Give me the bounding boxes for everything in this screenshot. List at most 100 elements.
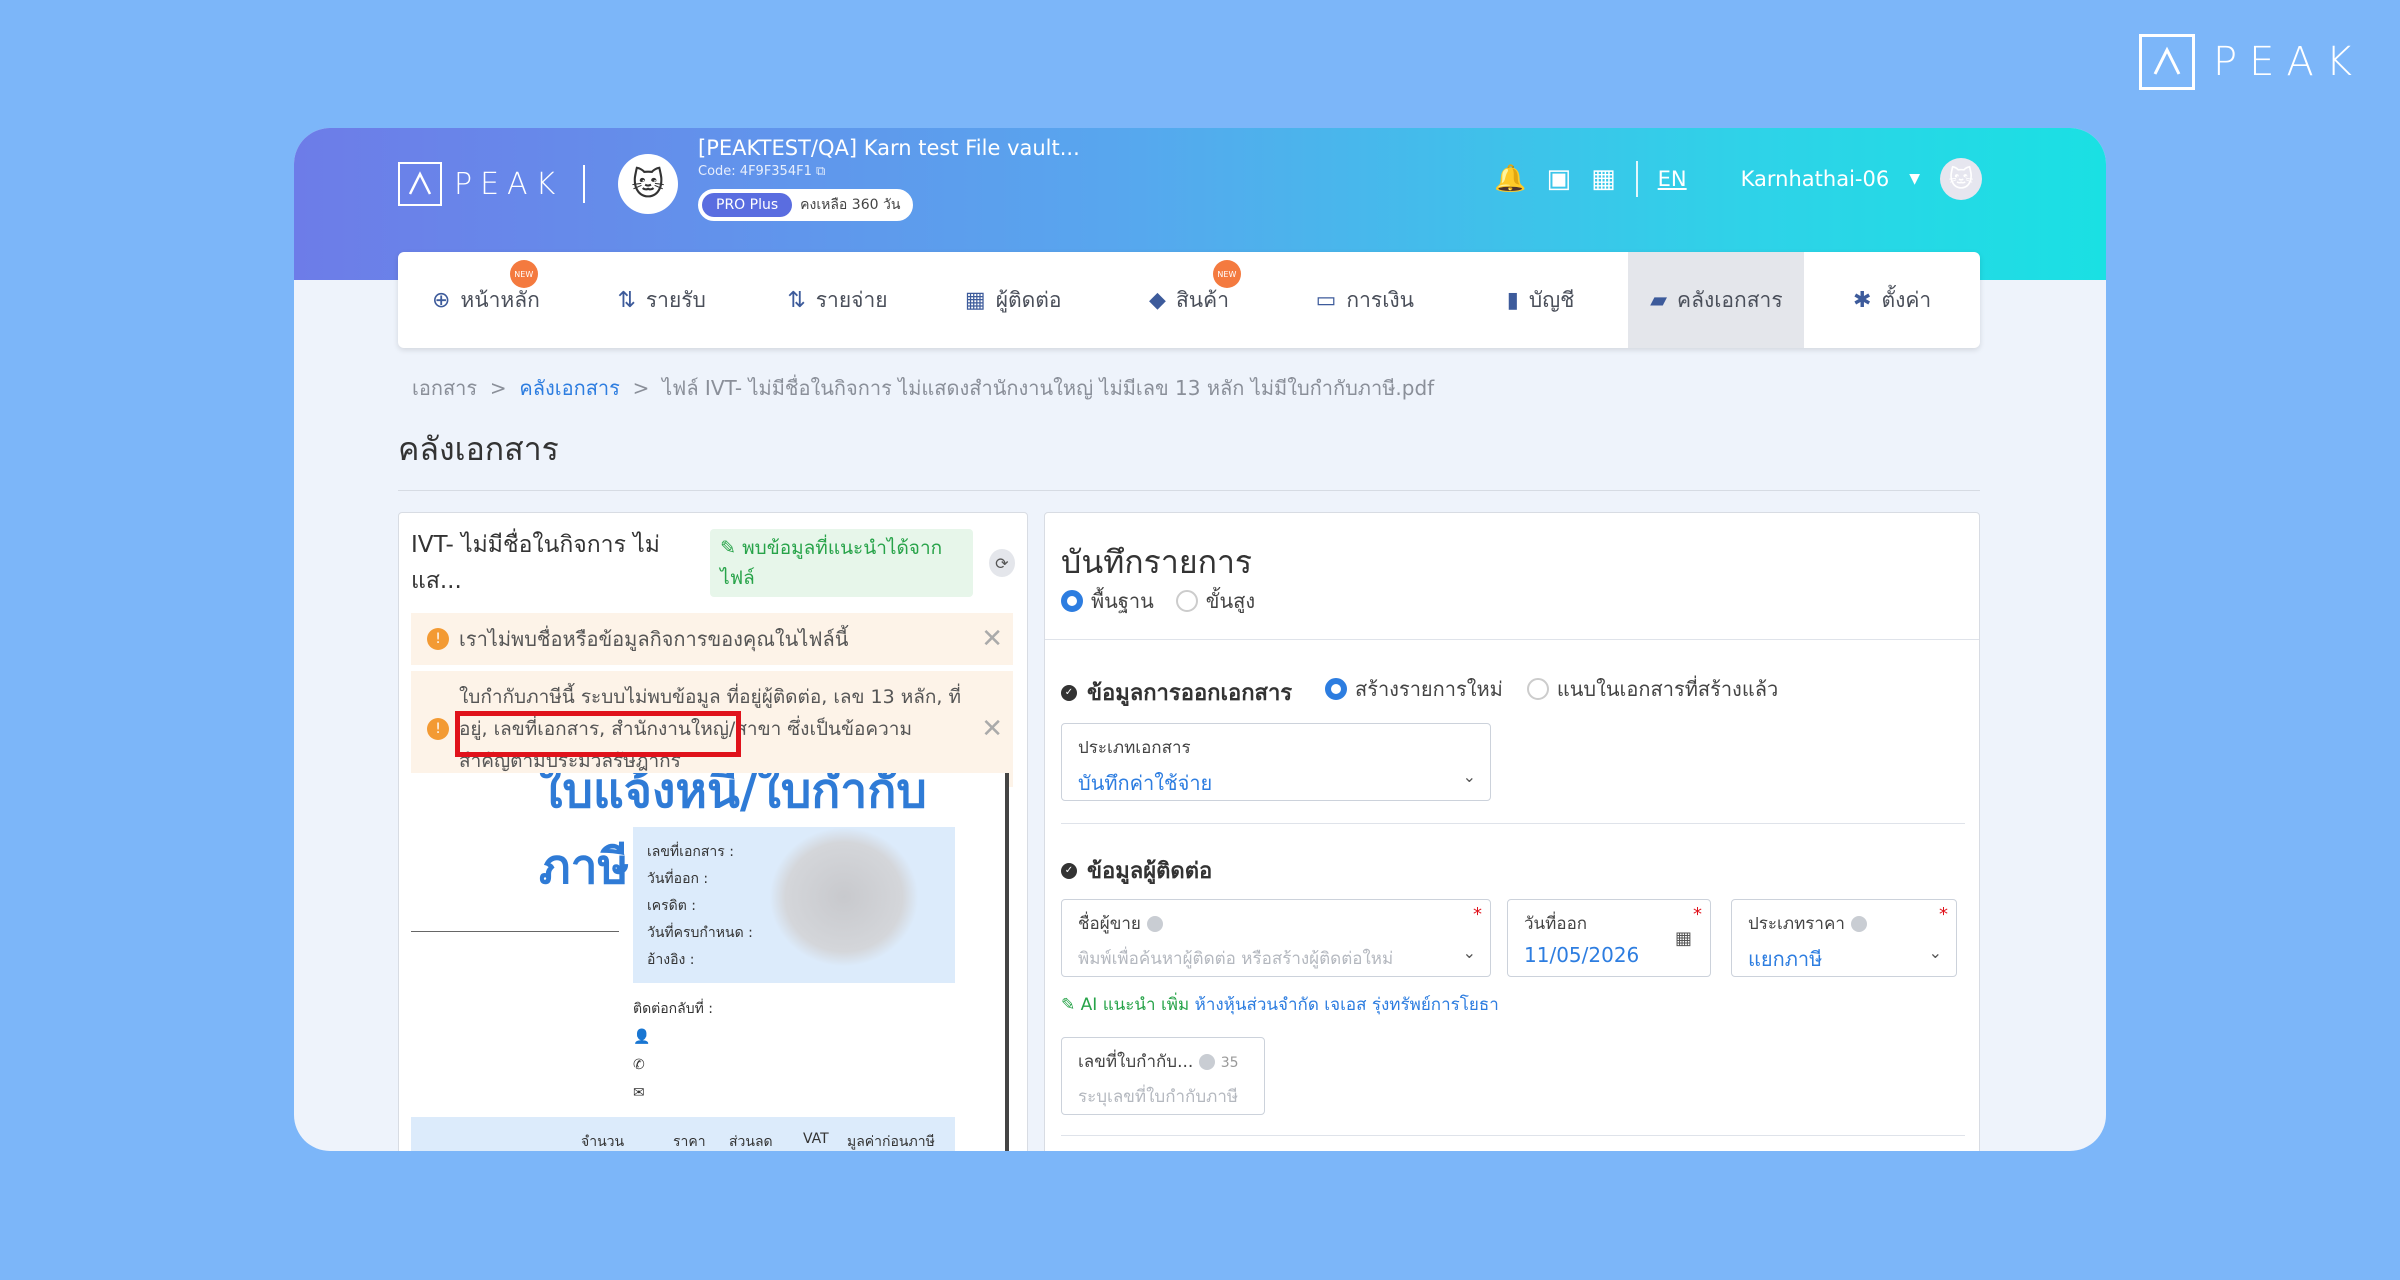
calendar-icon[interactable]: ▦ bbox=[1675, 928, 1692, 949]
company-info[interactable]: [PEAKTEST/QA] Karn test File vault... Co… bbox=[698, 136, 1080, 221]
issue-date-field[interactable]: วันที่ออก 11/05/2026 * ▦ bbox=[1507, 899, 1711, 977]
nav-label: ตั้งค่า bbox=[1881, 287, 1932, 312]
warning-tax-invoice: ! ใบกำกับภาษีนี้ ระบบไม่พบข้อมูล ที่อยู่… bbox=[411, 671, 1013, 787]
contacts-icon: ▦ bbox=[964, 287, 986, 313]
table-header: VAT bbox=[803, 1131, 829, 1147]
header-divider bbox=[583, 165, 586, 203]
header-brand-name: PEAK bbox=[454, 166, 564, 202]
create-new-radio[interactable]: สร้างรายการใหม่ bbox=[1325, 673, 1503, 705]
breadcrumb-root[interactable]: เอกสาร bbox=[412, 376, 477, 400]
copy-icon[interactable]: ⧉ bbox=[816, 164, 825, 179]
field-value: บันทึกค่าใช้จ่าย bbox=[1078, 771, 1213, 795]
mode-toggle: พื้นฐาน ขั้นสูง bbox=[1061, 585, 1255, 617]
apps-grid-icon[interactable]: ▦ bbox=[1591, 164, 1616, 194]
nav-label: สินค้า bbox=[1175, 287, 1229, 312]
magic-wand-icon: ✎ bbox=[1061, 995, 1076, 1015]
warning-icon: ! bbox=[427, 628, 449, 650]
contact-label: ติดต่อกลับที่ : bbox=[633, 1001, 714, 1017]
person-icon: 👤 bbox=[633, 1029, 651, 1045]
nav-label: การเงิน bbox=[1346, 287, 1414, 312]
breadcrumb-current: ไฟล์ IVT- ไม่มีชื่อในกิจการ ไม่แสดงสำนัก… bbox=[662, 376, 1435, 400]
field-placeholder: พิมพ์เพื่อค้นหาผู้ติดต่อ หรือสร้างผู้ติด… bbox=[1078, 949, 1394, 969]
nav-item-accounting[interactable]: ▮ บัญชี bbox=[1453, 252, 1629, 348]
company-code: Code: 4F9F354F1 ⧉ bbox=[698, 164, 826, 179]
help-icon bbox=[1850, 916, 1867, 932]
close-icon[interactable]: ✕ bbox=[981, 713, 1003, 745]
warning-company: ! เราไม่พบชื่อหรือข้อมูลกิจการของคุณในไฟ… bbox=[411, 613, 1013, 665]
money-icon: ▭ bbox=[1315, 287, 1337, 313]
expense-icon: ⇅ bbox=[787, 287, 806, 313]
file-preview-pane: IVT- ไม่มีชื่อในกิจการ ไม่แส... ✎ พบข้อม… bbox=[398, 512, 1028, 1151]
nav-label: หน้าหลัก bbox=[460, 287, 540, 312]
nav-item-expense[interactable]: ⇅ รายจ่าย bbox=[750, 252, 926, 348]
header-logo[interactable]: PEAK bbox=[398, 162, 586, 206]
nav-item-contacts[interactable]: ▦ ผู้ติดต่อ bbox=[925, 252, 1101, 348]
gear-icon: ✱ bbox=[1853, 287, 1872, 313]
field-label: วันที่ออก bbox=[1524, 914, 1588, 934]
doc-issue-options: สร้างรายการใหม่ แนบในเอกสารที่สร้างแล้ว bbox=[1325, 673, 1778, 705]
nav-item-finance[interactable]: ▭ การเงิน bbox=[1277, 252, 1453, 348]
divider bbox=[398, 490, 1980, 491]
chevron-down-icon[interactable]: ▼ bbox=[1909, 171, 1920, 187]
refresh-icon[interactable]: ⟳ bbox=[988, 549, 1016, 577]
vendor-select[interactable]: ชื่อผู้ขาย พิมพ์เพื่อค้นหาผู้ติดต่อ หรือ… bbox=[1061, 899, 1491, 977]
help-book-icon[interactable]: ▣ bbox=[1547, 164, 1572, 194]
bell-icon[interactable]: 🔔 bbox=[1494, 164, 1526, 194]
company-avatar-icon[interactable]: 🐱 bbox=[618, 154, 678, 214]
chevron-down-icon: ⌄ bbox=[1462, 767, 1476, 786]
breadcrumb-sep: > bbox=[489, 376, 507, 400]
field-value: 11/05/2026 bbox=[1524, 943, 1640, 967]
ai-suggestion-chip[interactable]: ✎ พบข้อมูลที่แนะนำได้จากไฟล์ bbox=[710, 529, 973, 597]
field-placeholder: ระบุเลขที่ใบกำกับภาษี bbox=[1078, 1087, 1239, 1107]
mode-advanced-radio[interactable]: ขั้นสูง bbox=[1175, 585, 1255, 617]
language-toggle[interactable]: EN bbox=[1658, 167, 1687, 191]
new-badge: NEW bbox=[1212, 260, 1241, 288]
field-value: แยกภาษี bbox=[1748, 947, 1823, 971]
breadcrumb: เอกสาร > คลังเอกสาร > ไฟล์ IVT- ไม่มีชื่… bbox=[412, 372, 1434, 404]
attach-existing-radio[interactable]: แนบในเอกสารที่สร้างแล้ว bbox=[1526, 673, 1778, 705]
divider bbox=[1061, 823, 1965, 824]
field-label: เลขที่ใบกำกับ... 35 bbox=[1078, 1052, 1239, 1072]
header-divider bbox=[1635, 161, 1638, 197]
divider bbox=[1061, 1135, 1965, 1136]
tax-invoice-number-field[interactable]: เลขที่ใบกำกับ... 35 ระบุเลขที่ใบกำกับภาษ… bbox=[1061, 1037, 1265, 1115]
magic-wand-icon: ✎ bbox=[720, 537, 737, 559]
close-icon[interactable]: ✕ bbox=[981, 624, 1003, 654]
nav-item-home[interactable]: ⊕ หน้าหลัก NEW bbox=[398, 252, 574, 348]
user-name[interactable]: Karnhathai-06 bbox=[1741, 167, 1890, 191]
price-type-select[interactable]: ประเภทราคา แยกภาษี * ⌄ bbox=[1731, 899, 1957, 977]
nav-label: บัญชี bbox=[1528, 287, 1575, 312]
redaction-scribble bbox=[769, 827, 919, 967]
mode-basic-radio[interactable]: พื้นฐาน bbox=[1061, 585, 1154, 617]
nav-item-settings[interactable]: ✱ ตั้งค่า bbox=[1804, 252, 1980, 348]
file-header: IVT- ไม่มีชื่อในกิจการ ไม่แส... ✎ พบข้อม… bbox=[399, 513, 1027, 613]
required-mark: * bbox=[1939, 904, 1948, 925]
ai-suggestion-link[interactable]: ห้างหุ้นส่วนจำกัด เจเอส รุ่งทรัพย์การโยธ… bbox=[1195, 995, 1499, 1015]
phone-icon: ✆ bbox=[633, 1057, 645, 1073]
plan-remaining: คงเหลือ 360 วัน bbox=[800, 197, 901, 213]
doc-divider bbox=[411, 931, 619, 932]
doc-type-select[interactable]: ประเภทเอกสาร บันทึกค่าใช้จ่าย ⌄ bbox=[1061, 723, 1491, 801]
table-header: ส่วนลด bbox=[729, 1134, 773, 1150]
nav-item-products[interactable]: ◆ สินค้า NEW bbox=[1101, 252, 1277, 348]
peak-logo-icon bbox=[2139, 34, 2195, 90]
field-label: ชื่อผู้ขาย bbox=[1078, 910, 1474, 937]
nav-item-file-vault[interactable]: ▰ คลังเอกสาร bbox=[1628, 252, 1805, 348]
check-circle-icon: ✓ bbox=[1061, 684, 1077, 701]
brand-logo-corner: PEAK bbox=[2139, 34, 2364, 90]
user-avatar[interactable]: 🐱 bbox=[1940, 158, 1982, 200]
plan-badge: PRO Plus คงเหลือ 360 วัน bbox=[698, 189, 914, 221]
mail-icon: ✉ bbox=[633, 1085, 645, 1101]
section-contact: ✓ ข้อมูลผู้ติดต่อ bbox=[1061, 853, 1212, 888]
ledger-icon: ▮ bbox=[1506, 287, 1519, 313]
help-icon bbox=[1146, 916, 1163, 932]
app-window: PEAK 🐱 [PEAKTEST/QA] Karn test File vaul… bbox=[294, 128, 2106, 1151]
breadcrumb-link[interactable]: คลังเอกสาร bbox=[519, 376, 620, 400]
nav-label: รายจ่าย bbox=[815, 287, 888, 312]
box-icon: ◆ bbox=[1149, 287, 1166, 313]
document-preview[interactable]: ใบแจ้งหนี้/ใบกำกับภาษี เลขที่เอกสาร : วั… bbox=[399, 773, 1009, 1151]
income-icon: ⇅ bbox=[617, 287, 636, 313]
nav-item-income[interactable]: ⇅ รายรับ bbox=[574, 252, 750, 348]
main-nav: ⊕ หน้าหลัก NEW ⇅ รายรับ ⇅ รายจ่าย ▦ ผู้ต… bbox=[398, 252, 1980, 348]
field-label: ประเภทเอกสาร bbox=[1078, 738, 1191, 758]
